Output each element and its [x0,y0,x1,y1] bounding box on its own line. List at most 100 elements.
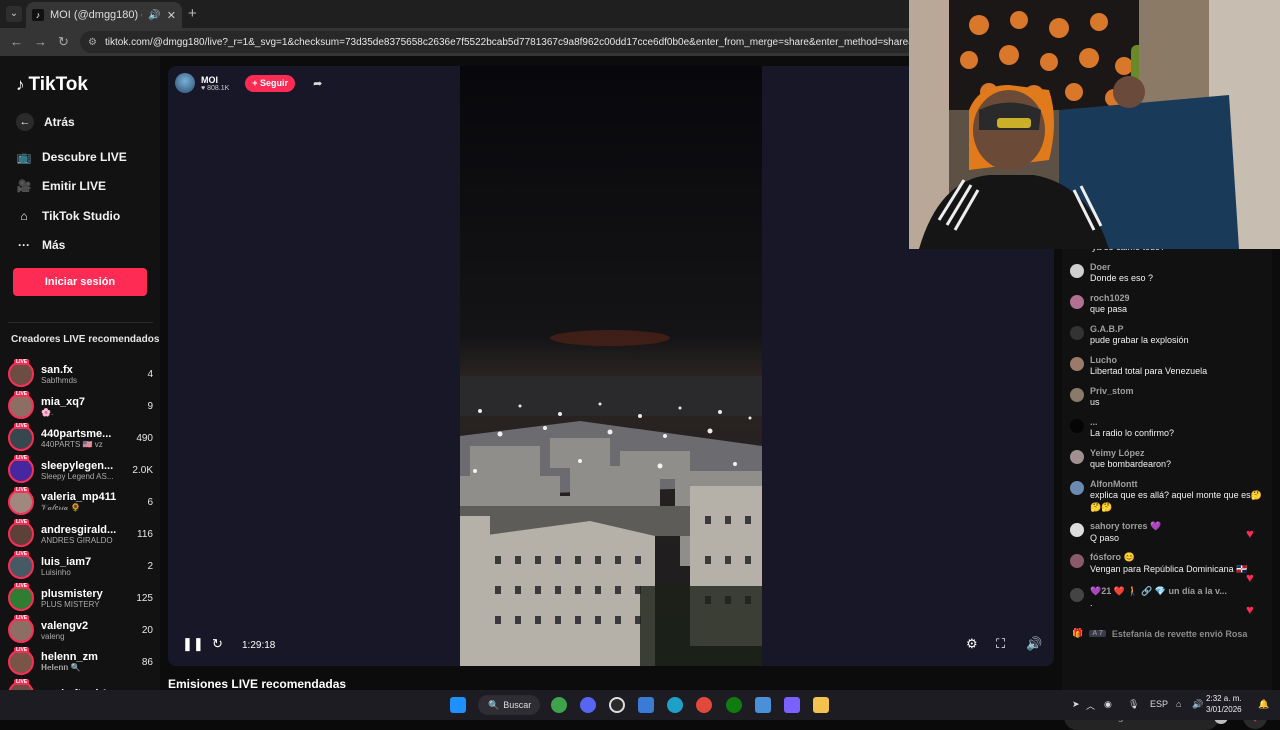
edge-icon[interactable] [667,697,683,713]
chat-username[interactable]: Priv_stom [1090,386,1134,396]
creator-viewer-count: 4 [147,368,153,380]
creator-item[interactable]: LIVE 440partsme... 440PARTS 🇺🇸 vz 490 [8,422,153,454]
taskbar-clock[interactable]: 2:32 a. m. 3/01/2026 [1206,693,1242,715]
live-video[interactable] [460,66,762,666]
login-button[interactable]: Iniciar sesión [13,268,147,296]
tab-audio-icon[interactable]: 🔊 [148,10,160,21]
chat-avatar[interactable] [1070,419,1084,433]
chat-username[interactable]: roch1029 [1090,293,1130,303]
tiktok-logo[interactable]: ♪ TikTok [16,74,88,96]
creator-name: 440partsme... [41,427,112,440]
creator-item[interactable]: LIVE mia_xq7 🌸. 9 [8,390,153,422]
creator-item[interactable]: LIVE sleepylegen... Sleepy Legend AS... 2.0… [8,454,153,486]
chat-text: pude grabar la explosión [1090,335,1189,345]
live-badge: LIVE [14,455,30,461]
follow-button[interactable]: + Seguir [245,74,296,92]
nav-more[interactable]: ··· Más [16,237,65,253]
chat-username[interactable]: G.A.B.P [1090,324,1189,334]
tray-app-icon[interactable]: ◉ [1104,699,1112,710]
creator-viewer-count: 20 [141,624,153,636]
obs-icon[interactable] [609,697,625,713]
refresh-icon[interactable]: ↻ [212,636,223,652]
creator-viewer-count: 2.0K [132,464,153,476]
chat-username[interactable]: Doer [1090,262,1153,272]
photos-icon[interactable] [755,697,771,713]
live-badge: LIVE [14,519,30,525]
nav-go-live[interactable]: 🎥 Emitir LIVE [16,178,107,194]
notification-icon[interactable]: 🔔 [1258,699,1269,710]
file-explorer-icon[interactable] [813,697,829,713]
chat-username[interactable]: AlfonMontt [1090,479,1262,489]
share-icon[interactable]: ➦ [313,77,322,90]
chat-avatar[interactable] [1070,326,1084,340]
tray-chevron-icon[interactable]: ︿ [1086,699,1095,712]
fullscreen-icon[interactable]: ⛶ [996,636,1005,652]
settings-gear-icon[interactable]: ⚙ [966,636,978,652]
forward-arrow-icon[interactable]: → [34,34,47,49]
chat-avatar[interactable] [1070,450,1084,464]
chat-username[interactable]: Yeimy López [1090,448,1171,458]
chat-username[interactable]: fósforo 😊 [1090,552,1247,563]
back-button[interactable]: ← Atrás [16,113,75,131]
clock-date: 3/01/2026 [1206,705,1242,714]
chat-avatar[interactable] [1070,554,1084,568]
clock-time: 2:32 a. m. [1206,694,1242,703]
xbox-icon[interactable] [726,697,742,713]
creator-name: valeria_mp411 [41,491,117,503]
creator-item[interactable]: LIVE andresgirald... ANDRES GIRALDO 116 [8,518,153,550]
language-indicator[interactable]: ESP [1150,699,1168,709]
creator-item[interactable]: LIVE helenn_zm 𝐇𝐞𝐥𝐞𝐧𝐧 🔍 86 [8,646,153,678]
network-icon[interactable]: ⌂ [1176,699,1181,709]
windows-start-icon[interactable] [450,697,466,713]
reload-icon[interactable]: ↻ [58,34,69,50]
creator-item[interactable]: LIVE san.fx Sabfhmds 4 [8,358,153,390]
chat-text: us [1090,397,1100,407]
live-badge: LIVE [14,391,30,397]
creator-item[interactable]: LIVE luis_iam7 Luisinho 2 [8,550,153,582]
creator-info: san.fx Sabfhmds [41,364,120,385]
chat-avatar[interactable] [1070,357,1084,371]
chat-username[interactable]: ... [1090,417,1174,427]
tab-close-icon[interactable]: ✕ [167,9,176,22]
chrome-icon[interactable] [551,697,567,713]
chat-username[interactable]: 💜21 ❤️ 🚶 🔗 💎 un día a la v... [1090,586,1227,597]
chrome-alt-icon[interactable] [696,697,712,713]
site-info-icon[interactable]: ⚙ [88,37,97,48]
chat-avatar[interactable] [1070,388,1084,402]
new-tab-button[interactable]: + [188,5,197,22]
chat-avatar[interactable] [1070,523,1084,537]
url-field[interactable]: ⚙ tiktok.com/@dmgg180/live?_r=1&_svg=1&c… [80,31,920,53]
host-avatar[interactable] [175,73,195,93]
notepad-icon[interactable] [638,697,654,713]
creator-item[interactable]: LIVE valengv2 valeng 20 [8,614,153,646]
mic-icon[interactable]: 🎙 [1128,699,1139,710]
chat-avatar[interactable] [1070,481,1084,495]
chat-avatar[interactable] [1070,588,1084,602]
chat-text: . [1090,598,1093,608]
creator-item[interactable]: LIVE valeria_mp411 𝒱𝒶𝓁𝑒𝓇𝒾𝒶 🌻 6 [8,486,153,518]
creator-item[interactable]: LIVE plusmistery PLUS MISTERY 125 [8,582,153,614]
discord-icon[interactable] [580,697,596,713]
nav-tiktok-studio[interactable]: ⌂ TikTok Studio [16,208,120,224]
chat-username[interactable]: sahory torres 💜 [1090,521,1161,532]
volume-icon[interactable]: 🔊 [1026,636,1042,652]
tab-search-chevron-icon[interactable]: ⌄ [6,6,22,22]
nav-discover-live[interactable]: 📺 Descubre LIVE [16,149,127,165]
chat-message: G.A.B.P pude grabar la explosión [1070,324,1262,346]
chat-avatar[interactable] [1070,295,1084,309]
speaker-icon[interactable]: 🔊 [1192,699,1203,710]
taskbar-search[interactable]: 🔍 Buscar [478,695,540,715]
webcam-overlay [909,0,1280,249]
chat-username[interactable]: Lucho [1090,355,1207,365]
back-arrow-icon[interactable]: ← [10,34,23,49]
creator-item[interactable]: LIVEmario.ft.pri.1 [8,678,153,690]
creator-info: andresgirald... ANDRES GIRALDO [41,524,120,545]
chat-avatar[interactable] [1070,264,1084,278]
copilot-icon[interactable] [784,697,800,713]
creator-nickname: Sleepy Legend AS... [41,471,114,481]
pause-icon[interactable]: ❚❚ [182,636,204,652]
browser-tab[interactable]: ♪ MOI (@dmgg180) está em 🔊 ✕ [26,2,182,28]
creator-avatar: LIVE [8,487,34,515]
creator-nickname: valeng [41,631,65,641]
host-name[interactable]: MOI [201,75,229,85]
